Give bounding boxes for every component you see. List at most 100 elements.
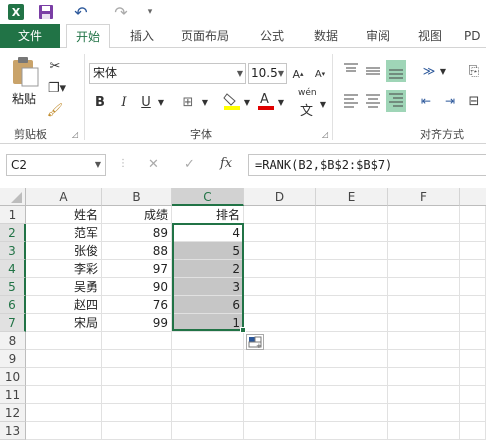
grid-cell[interactable] [172,422,244,440]
grid-cell[interactable] [460,350,486,368]
row-header-2[interactable]: 2 [0,224,26,242]
paste-icon[interactable] [10,56,40,88]
grid-cell[interactable] [26,404,102,422]
grid-cell[interactable] [460,224,486,242]
align-top-icon[interactable] [342,62,360,80]
grid-cell[interactable] [460,278,486,296]
cell-a6[interactable]: 赵四 [26,296,102,314]
grid-cell[interactable] [102,386,172,404]
font-launcher-icon[interactable]: ◿ [322,130,328,139]
grid-cell[interactable] [388,224,460,242]
tab-pdf[interactable]: PD [464,24,486,48]
grid-cell[interactable] [460,242,486,260]
font-name-dropdown[interactable]: 宋体 ▼ [89,63,246,84]
chevron-down-icon[interactable]: ▼ [438,62,448,80]
row-header-3[interactable]: 3 [0,242,26,260]
grid-cell[interactable] [316,350,388,368]
tab-file[interactable]: 文件 [0,24,60,48]
grid-cell[interactable] [316,386,388,404]
grid-cell[interactable] [316,422,388,440]
wrap-text-icon[interactable]: ⎘ [464,60,484,82]
borders-icon[interactable]: ⊞ [178,92,198,112]
align-center-icon[interactable] [364,92,382,110]
grid-cell[interactable] [26,368,102,386]
row-header-13[interactable]: 13 [0,422,26,440]
grid-cell[interactable] [388,332,460,350]
bold-button[interactable]: B [92,92,108,112]
grid-cell[interactable] [26,422,102,440]
tab-view[interactable]: 视图 [408,24,452,48]
grid-cell[interactable] [244,242,316,260]
grid-cell[interactable] [460,206,486,224]
decrease-indent-icon[interactable]: ⇤ [416,92,436,110]
grid-cell[interactable] [460,260,486,278]
increase-indent-icon[interactable]: ⇥ [440,92,460,110]
grid-cell[interactable] [102,332,172,350]
grid-cell[interactable] [388,404,460,422]
grid-cell[interactable] [316,260,388,278]
grid-cell[interactable] [244,224,316,242]
grid-cell[interactable] [102,350,172,368]
cell-b2[interactable]: 89 [102,224,172,242]
cut-icon[interactable]: ✂ [44,56,66,76]
cell-a3[interactable]: 张俊 [26,242,102,260]
cell-c2[interactable]: 4 [172,224,244,242]
grid-cell[interactable] [244,386,316,404]
grid-cell[interactable] [388,278,460,296]
grid-cell[interactable] [316,296,388,314]
underline-button[interactable]: U [138,92,154,112]
font-color-icon[interactable]: A [256,90,276,112]
grid-cell[interactable] [316,332,388,350]
align-left-icon[interactable] [342,92,360,110]
cell-a1[interactable]: 姓名 [26,206,102,224]
column-header-d[interactable]: D [244,188,316,206]
chevron-down-icon[interactable]: ▼ [276,92,286,112]
cell-b1[interactable]: 成绩 [102,206,172,224]
grid-cell[interactable] [172,332,244,350]
align-bottom-icon[interactable] [386,60,406,82]
tab-review[interactable]: 审阅 [356,24,400,48]
cell-a2[interactable]: 范军 [26,224,102,242]
cell-b6[interactable]: 76 [102,296,172,314]
fill-handle[interactable] [240,327,246,333]
redo-icon[interactable]: ↷ [106,2,136,22]
copy-icon[interactable]: ❐▾ [44,78,70,98]
enter-icon[interactable]: ✓ [184,157,195,172]
grid-cell[interactable] [172,404,244,422]
cell-c4[interactable]: 2 [172,260,244,278]
grid-cell[interactable] [172,350,244,368]
grid-cell[interactable] [244,278,316,296]
column-header-c[interactable]: C [172,188,244,206]
increase-font-icon[interactable]: A ▴ [290,64,306,84]
row-header-11[interactable]: 11 [0,386,26,404]
chevron-down-icon[interactable]: ▼ [242,92,252,112]
cell-c6[interactable]: 6 [172,296,244,314]
grid-cell[interactable] [26,386,102,404]
grid-cell[interactable] [244,314,316,332]
cell-a5[interactable]: 吴勇 [26,278,102,296]
grid-cell[interactable] [460,404,486,422]
row-header-12[interactable]: 12 [0,404,26,422]
grid-cell[interactable] [388,422,460,440]
grid-cell[interactable] [172,368,244,386]
tab-insert[interactable]: 插入 [120,24,164,48]
grid-cell[interactable] [316,368,388,386]
chevron-down-icon[interactable]: ▼ [200,92,210,112]
save-icon[interactable] [38,4,54,20]
grid-cell[interactable] [388,350,460,368]
cell-c7[interactable]: 1 [172,314,244,332]
grid-cell[interactable] [316,404,388,422]
row-header-6[interactable]: 6 [0,296,26,314]
grid-cell[interactable] [102,368,172,386]
grid-cell[interactable] [26,332,102,350]
cell-c3[interactable]: 5 [172,242,244,260]
grid-cell[interactable] [316,242,388,260]
phonetic-guide-icon[interactable]: 文 [300,100,313,119]
grid-cell[interactable] [388,260,460,278]
grid-cell[interactable] [460,314,486,332]
row-header-9[interactable]: 9 [0,350,26,368]
row-header-4[interactable]: 4 [0,260,26,278]
column-header-e[interactable]: E [316,188,388,206]
grid-cell[interactable] [316,224,388,242]
select-all-corner[interactable] [0,188,26,206]
